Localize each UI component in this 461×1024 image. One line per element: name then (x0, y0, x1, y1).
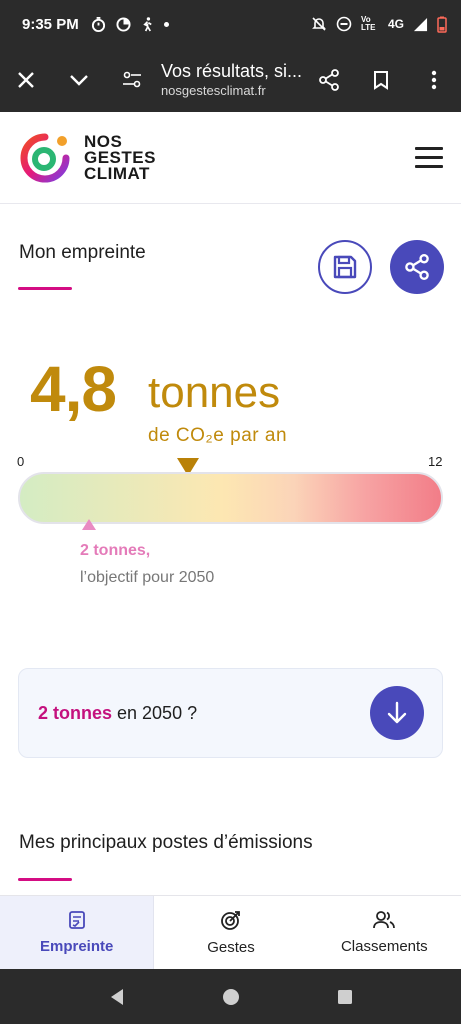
tab-label: Empreinte (39, 938, 114, 955)
url-block[interactable]: Vos résultats, si... nosgestesclimat.fr (159, 61, 302, 98)
page-title: Vos résultats, si... (160, 61, 303, 82)
mute-icon (312, 17, 326, 31)
target-icon (221, 911, 240, 930)
status-bar: 9:35 PM Vo LTE 4G (0, 0, 461, 48)
menu-button[interactable] (415, 141, 443, 174)
footprint-gauge (18, 472, 443, 524)
walking-icon (143, 16, 152, 31)
share-page-button[interactable] (302, 48, 355, 112)
bookmark-button[interactable] (355, 48, 408, 112)
tab-label: Classements (340, 938, 428, 955)
bottom-tab-bar: Empreinte Gestes Classements (0, 895, 461, 969)
dnd-icon (336, 16, 352, 32)
close-tab-button[interactable] (0, 48, 53, 112)
tab-label: Gestes (207, 939, 255, 956)
emissions-underline (18, 878, 72, 881)
section-title: Mon empreinte (19, 242, 146, 263)
collapse-button[interactable] (53, 48, 106, 112)
title-underline (18, 287, 72, 290)
hamburger-icon-bar (415, 147, 443, 150)
cta-rest: en 2050 ? (112, 702, 198, 723)
document-icon (68, 911, 85, 929)
hamburger-icon-bar (415, 156, 443, 159)
footprint-value: 4,8 (30, 353, 117, 425)
share-icon (405, 254, 429, 280)
page-host: nosgestesclimat.fr (160, 83, 266, 98)
cta-highlight: 2 tonnes (38, 702, 113, 723)
more-menu-button[interactable] (408, 48, 461, 112)
notification-dot (163, 21, 169, 27)
logo-text: NOS GESTES CLIMAT (84, 133, 156, 183)
recents-icon[interactable] (337, 989, 353, 1005)
logo-line: CLIMAT (84, 163, 150, 183)
tab-empreinte[interactable]: Empreinte (0, 896, 155, 969)
emissions-title: Mes principaux postes d’émissions (19, 832, 313, 853)
save-button[interactable] (318, 240, 372, 294)
signal-icon (413, 17, 428, 31)
cta-text: 2 tonnes en 2050 ? (38, 703, 197, 724)
chevron-down-icon (70, 75, 89, 86)
logo-icon (20, 133, 70, 182)
volte-label: Vo LTE (360, 15, 376, 32)
bookmark-icon (374, 71, 389, 90)
save-icon (333, 255, 357, 279)
scale-min: 0 (17, 454, 25, 469)
battery-icon (437, 16, 447, 33)
target-marker (82, 519, 96, 530)
home-icon[interactable] (222, 988, 240, 1006)
hamburger-icon-bar (415, 165, 443, 168)
target-2050-card[interactable]: 2 tonnes en 2050 ? (18, 668, 443, 758)
footprint-per-year: de CO₂e par an (148, 425, 288, 446)
system-nav-bar (0, 969, 461, 1024)
site-logo[interactable]: NOS GESTES CLIMAT (18, 129, 156, 187)
status-time: 9:35 PM (22, 15, 79, 33)
page-info-button[interactable] (106, 48, 159, 112)
pie-icon (116, 16, 131, 32)
back-icon[interactable] (109, 988, 125, 1006)
timer-icon (91, 16, 105, 32)
footprint-unit: tonnes (148, 368, 281, 417)
share-results-button[interactable] (390, 240, 444, 294)
browser-toolbar: Vos résultats, si... nosgestesclimat.fr (0, 48, 461, 112)
tab-gestes[interactable]: Gestes (154, 896, 307, 969)
arrow-down-icon (387, 701, 407, 724)
target-value: 2 tonnes, (80, 542, 151, 559)
scale-max: 12 (428, 454, 443, 469)
site-header: NOS GESTES CLIMAT (0, 112, 461, 204)
tune-icon (123, 71, 142, 88)
share-icon (318, 69, 339, 91)
target-caption: l’objectif pour 2050 (80, 569, 215, 586)
people-icon (373, 911, 396, 929)
tab-classements[interactable]: Classements (308, 896, 461, 969)
network-label: 4G (387, 17, 404, 31)
scroll-down-button[interactable] (370, 686, 424, 740)
close-icon (18, 72, 35, 88)
more-vert-icon (432, 70, 437, 90)
